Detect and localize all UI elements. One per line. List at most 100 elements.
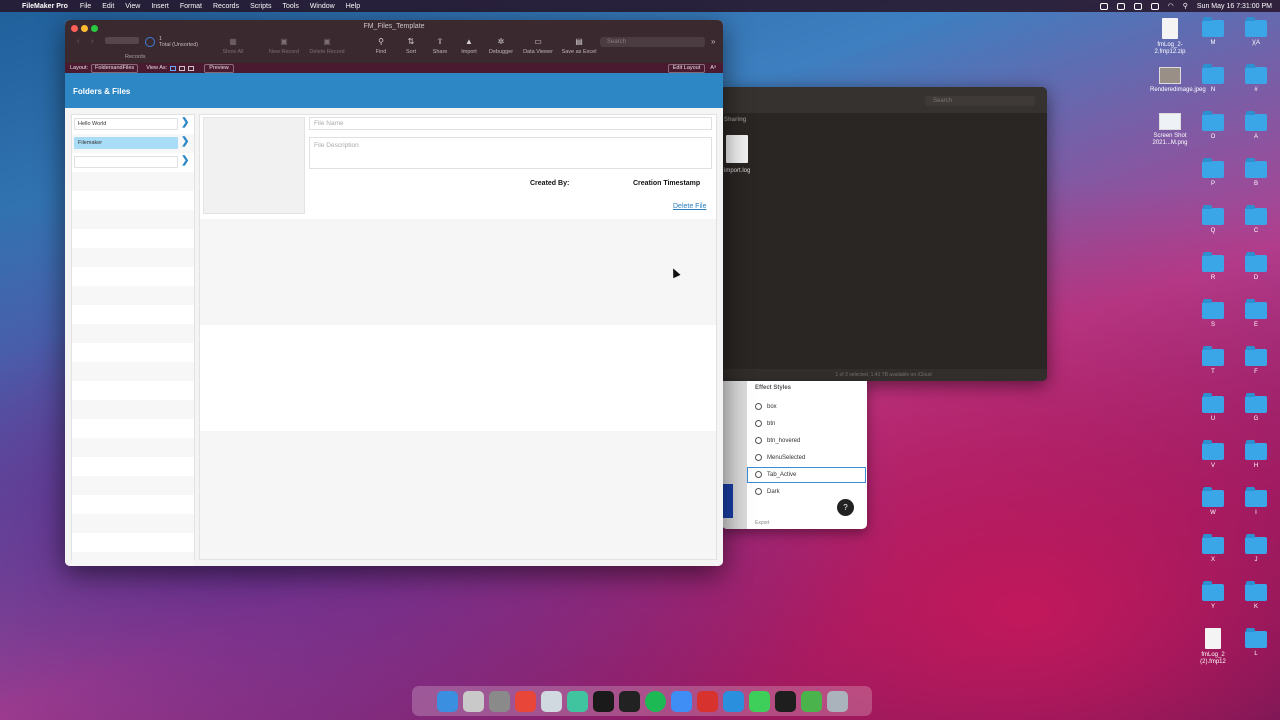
data-viewer-button[interactable]: ▭ Data Viewer — [518, 37, 558, 55]
file-description-field[interactable]: File Description — [309, 137, 712, 169]
desktop-folder[interactable]: )(A — [1236, 17, 1276, 47]
figma-dock-icon[interactable] — [774, 690, 796, 712]
desktop-file[interactable]: Screen Shot 2021...M.png — [1150, 113, 1190, 147]
desktop-folder[interactable]: I — [1236, 487, 1276, 517]
next-record-icon[interactable]: › — [91, 38, 93, 45]
menu-app-name[interactable]: FileMaker Pro — [22, 3, 68, 10]
style-item-box[interactable]: box — [755, 403, 777, 410]
desktop-folder[interactable]: N — [1193, 64, 1233, 94]
finder-file-name[interactable]: import.log — [724, 168, 750, 174]
status-icon[interactable] — [1116, 2, 1125, 10]
show-all-button[interactable]: ▦ Show All — [213, 37, 253, 55]
menu-window[interactable]: Window — [310, 3, 335, 10]
menu-records[interactable]: Records — [213, 3, 239, 10]
styles-export[interactable]: Export — [755, 520, 769, 526]
menu-edit[interactable]: Edit — [102, 3, 114, 10]
search-icon[interactable]: ⚲ — [1183, 2, 1188, 10]
app-dock-icon[interactable] — [722, 690, 744, 712]
desktop-folder[interactable]: H — [1236, 440, 1276, 470]
chevron-right-icon[interactable]: ❯ — [181, 155, 189, 166]
desktop-folder[interactable]: Q — [1193, 205, 1233, 235]
folder-name-field[interactable]: Hello World — [74, 118, 178, 130]
delete-file-link[interactable]: Delete File — [673, 203, 706, 210]
app-dock-icon[interactable] — [696, 690, 718, 712]
launchpad-dock-icon[interactable] — [462, 690, 484, 712]
mail-dock-icon[interactable] — [670, 690, 692, 712]
trash-dock-icon[interactable] — [826, 690, 848, 712]
style-item-btn[interactable]: btn — [755, 420, 775, 427]
file-name-field[interactable]: File Name — [309, 117, 712, 130]
style-item-menuselected[interactable]: MenuSelected — [755, 454, 805, 461]
desktop-folder[interactable]: R — [1193, 252, 1233, 282]
folder-row[interactable]: Hello World ❯ — [72, 115, 194, 134]
folder-row[interactable]: Filemaker ❯ — [72, 134, 194, 153]
desktop-folder[interactable]: O — [1193, 111, 1233, 141]
messages-dock-icon[interactable] — [748, 690, 770, 712]
font-size-icon[interactable]: Aᵃ — [710, 65, 716, 71]
delete-record-button[interactable]: ▣ Delete Record — [307, 37, 347, 55]
app-dock-icon[interactable] — [592, 690, 614, 712]
app-dock-icon[interactable] — [800, 690, 822, 712]
spotify-dock-icon[interactable] — [644, 690, 666, 712]
prev-record-icon[interactable]: ‹ — [77, 38, 79, 45]
quick-find-input[interactable]: Search — [600, 37, 705, 47]
desktop-folder[interactable]: C — [1236, 205, 1276, 235]
record-slider[interactable] — [105, 37, 139, 44]
style-item-btn-hovered[interactable]: btn_hovered — [755, 437, 800, 444]
app-dock-icon[interactable] — [618, 690, 640, 712]
desktop-folder[interactable]: L — [1236, 628, 1276, 658]
list-view-icon[interactable] — [179, 65, 186, 71]
desktop-folder[interactable]: A — [1236, 111, 1276, 141]
desktop-folder[interactable]: M — [1193, 17, 1233, 47]
desktop-folder[interactable]: G — [1236, 393, 1276, 423]
desktop-folder[interactable]: B — [1236, 158, 1276, 188]
quicktime-dock-icon[interactable] — [540, 690, 562, 712]
desktop-folder[interactable]: D — [1236, 252, 1276, 282]
form-view-icon[interactable] — [170, 65, 177, 71]
menu-help[interactable]: Help — [346, 3, 360, 10]
app-dock-icon[interactable] — [566, 690, 588, 712]
menu-format[interactable]: Format — [180, 3, 202, 10]
system-preferences-dock-icon[interactable] — [488, 690, 510, 712]
chevron-right-icon[interactable]: ❯ — [181, 136, 189, 147]
folder-name-field[interactable]: Filemaker — [74, 137, 178, 149]
menu-file[interactable]: File — [80, 3, 91, 10]
desktop-folder[interactable]: T — [1193, 346, 1233, 376]
desktop-folder[interactable]: P — [1193, 158, 1233, 188]
desktop-folder[interactable]: Y — [1193, 581, 1233, 611]
chrome-dock-icon[interactable] — [514, 690, 536, 712]
desktop-folder[interactable]: J — [1236, 534, 1276, 564]
file-thumbnail-container[interactable] — [203, 117, 305, 214]
edit-layout-button[interactable]: Edit Layout — [667, 63, 706, 73]
finder-dock-icon[interactable] — [436, 690, 458, 712]
menu-view[interactable]: View — [125, 3, 140, 10]
layout-select[interactable]: FoldersandFiles — [91, 63, 139, 73]
desktop-folder[interactable]: K — [1236, 581, 1276, 611]
chevron-right-icon[interactable]: ❯ — [181, 117, 189, 128]
help-button[interactable]: ? — [837, 499, 854, 516]
finder-window[interactable]: Search Sharing import.log 1 of 3 selecte… — [720, 87, 1047, 381]
desktop-folder[interactable]: F — [1236, 346, 1276, 376]
debugger-button[interactable]: ✲ Debugger — [481, 37, 521, 55]
log-file-icon[interactable] — [726, 135, 748, 163]
menu-tools[interactable]: Tools — [282, 3, 298, 10]
style-item-tab-active[interactable]: Tab_Active — [755, 471, 796, 478]
status-icon[interactable] — [1099, 2, 1108, 10]
status-icon[interactable] — [1133, 2, 1142, 10]
desktop-file[interactable]: fmLog_2-2.fmp12.zip — [1150, 18, 1190, 56]
wifi-icon[interactable]: ◠ — [1168, 2, 1174, 10]
desktop-folder[interactable]: W — [1193, 487, 1233, 517]
desktop-file[interactable]: Renderedimage.jpeg — [1150, 67, 1206, 94]
table-view-icon[interactable] — [188, 65, 195, 71]
finder-search-input[interactable]: Search — [925, 96, 1035, 106]
preview-button[interactable]: Preview — [204, 63, 234, 73]
menu-clock[interactable]: Sun May 16 7:31:00 PM — [1197, 3, 1272, 10]
save-as-excel-button[interactable]: ▤ Save as Excel — [559, 37, 599, 55]
folder-name-field[interactable] — [74, 156, 178, 168]
menu-scripts[interactable]: Scripts — [250, 3, 271, 10]
desktop-file[interactable]: fmLog_2 (2).fmp12 — [1193, 628, 1233, 666]
menu-insert[interactable]: Insert — [151, 3, 169, 10]
desktop-folder[interactable]: V — [1193, 440, 1233, 470]
style-item-dark[interactable]: Dark — [755, 488, 780, 495]
battery-icon[interactable] — [1150, 2, 1159, 10]
